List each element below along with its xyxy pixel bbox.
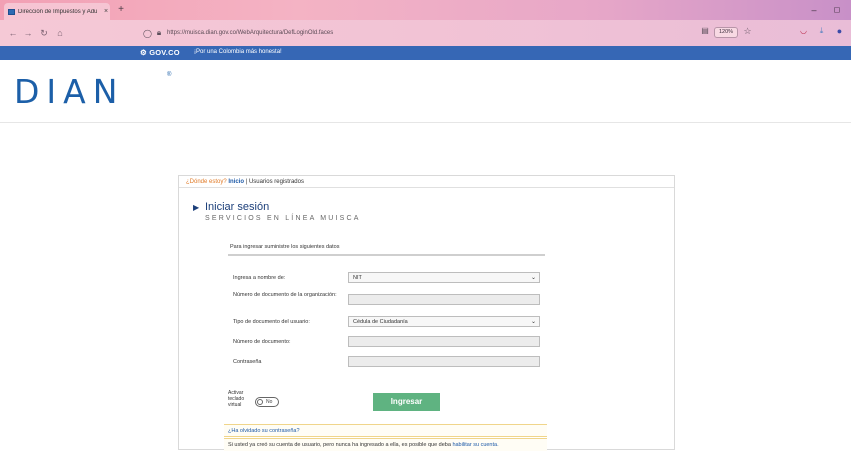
dian-logo[interactable]: DIAN — [14, 72, 124, 111]
browser-tab[interactable]: Dirección de Impuestos y Adu × — [4, 3, 110, 20]
reload-icon[interactable]: ↻ — [38, 27, 50, 39]
forgot-password-box: ¿Ha olvidado su contraseña? — [224, 424, 547, 437]
shield-icon: ◯ — [143, 28, 152, 38]
tab-title: Dirección de Impuestos y Adu — [18, 8, 98, 15]
breadcrumb-home-link[interactable]: Inicio — [228, 179, 244, 185]
browser-tab-bar: Dirección de Impuestos y Adu × + – ◻ — [0, 0, 851, 20]
site-favicon-icon — [8, 8, 15, 15]
breadcrumb-where: ¿Dónde estoy? — [186, 179, 227, 185]
close-tab-icon[interactable]: × — [102, 8, 110, 15]
toggle-knob — [257, 399, 263, 405]
pocket-icon[interactable]: ◡ — [798, 26, 809, 38]
home-icon[interactable]: ⌂ — [54, 27, 66, 39]
window-restore-icon[interactable]: ◻ — [828, 3, 846, 17]
page-title: Iniciar sesión — [205, 201, 270, 213]
user-doc-type-select[interactable]: Cédula de Ciudadanía ⌄ — [348, 316, 540, 327]
ingresa-select-value: NIT — [353, 275, 362, 281]
instructions-divider — [228, 254, 545, 256]
user-doc-type-label: Tipo de documento del usuario: — [233, 319, 310, 325]
password-label: Contraseña — [233, 359, 262, 365]
breadcrumb-current: Usuarios registrados — [248, 179, 304, 185]
title-arrow-icon: ▶ — [193, 203, 200, 212]
doc-number-input[interactable] — [348, 336, 540, 347]
ingresa-label: Ingresa a nombre de: — [233, 275, 286, 281]
login-button[interactable]: Ingresar — [373, 393, 440, 411]
header-divider — [0, 122, 851, 123]
notice-text: Si usted ya creó su cuenta de usuario, p… — [228, 442, 453, 448]
forward-icon[interactable]: → — [22, 27, 34, 39]
virtual-keyboard-toggle[interactable]: No — [255, 397, 279, 407]
reader-icon[interactable]: ▤ — [700, 26, 710, 38]
address-bar[interactable]: ◯ 🔒︎ https://muisca.dian.gov.co/WebArqui… — [143, 25, 653, 41]
gov-bar: ⚙︎ GOV.CO ¡Por una Colombia más honesta! — [0, 46, 851, 60]
registered-mark: ® — [167, 72, 172, 78]
password-input[interactable] — [348, 356, 540, 367]
enable-account-notice: Si usted ya creó su cuenta de usuario, p… — [224, 438, 547, 451]
breadcrumb: ¿Dónde estoy? Inicio | Usuarios registra… — [179, 176, 674, 188]
account-icon[interactable]: ● — [834, 26, 845, 38]
url-text[interactable]: https://muisca.dian.gov.co/WebArquitectu… — [167, 30, 333, 36]
toggle-state: No — [266, 399, 273, 405]
breadcrumb-separator: | — [245, 179, 248, 185]
ingresa-select[interactable]: NIT ⌄ — [348, 272, 540, 283]
zoom-level[interactable]: 120% — [714, 27, 738, 38]
minimize-window-icon[interactable]: – — [806, 4, 822, 16]
org-doc-label: Número de documento de la organización: — [233, 292, 337, 298]
gov-slogan: ¡Por una Colombia más honesta! — [194, 49, 282, 55]
forgot-password-link[interactable]: ¿Ha olvidado su contraseña? — [228, 428, 300, 434]
org-doc-input[interactable] — [348, 294, 540, 305]
enable-account-link[interactable]: habilitar su cuenta. — [452, 442, 498, 448]
page-subtitle: SERVICIOS EN LÍNEA MUISCA — [205, 215, 361, 222]
browser-nav-bar: ← → ↻ ⌂ ◯ 🔒︎ https://muisca.dian.gov.co/… — [0, 20, 851, 46]
star-icon[interactable]: ☆ — [742, 26, 753, 38]
form-instructions: Para ingresar suministre los siguientes … — [230, 244, 340, 250]
new-tab-button[interactable]: + — [115, 3, 127, 17]
chevron-down-icon: ⌄ — [530, 319, 536, 325]
download-icon[interactable]: ⤓ — [816, 26, 827, 38]
chevron-down-icon: ⌄ — [530, 275, 536, 281]
user-doc-type-select-value: Cédula de Ciudadanía — [353, 319, 408, 325]
lock-icon: 🔒︎ — [156, 28, 162, 37]
login-panel: ¿Dónde estoy? Inicio | Usuarios registra… — [178, 175, 675, 451]
doc-number-label: Número de documento: — [233, 339, 291, 345]
virtual-keyboard-label: Activar teclado virtual — [228, 390, 245, 408]
back-icon[interactable]: ← — [7, 27, 19, 39]
gov-logo[interactable]: ⚙︎ GOV.CO — [140, 48, 180, 57]
